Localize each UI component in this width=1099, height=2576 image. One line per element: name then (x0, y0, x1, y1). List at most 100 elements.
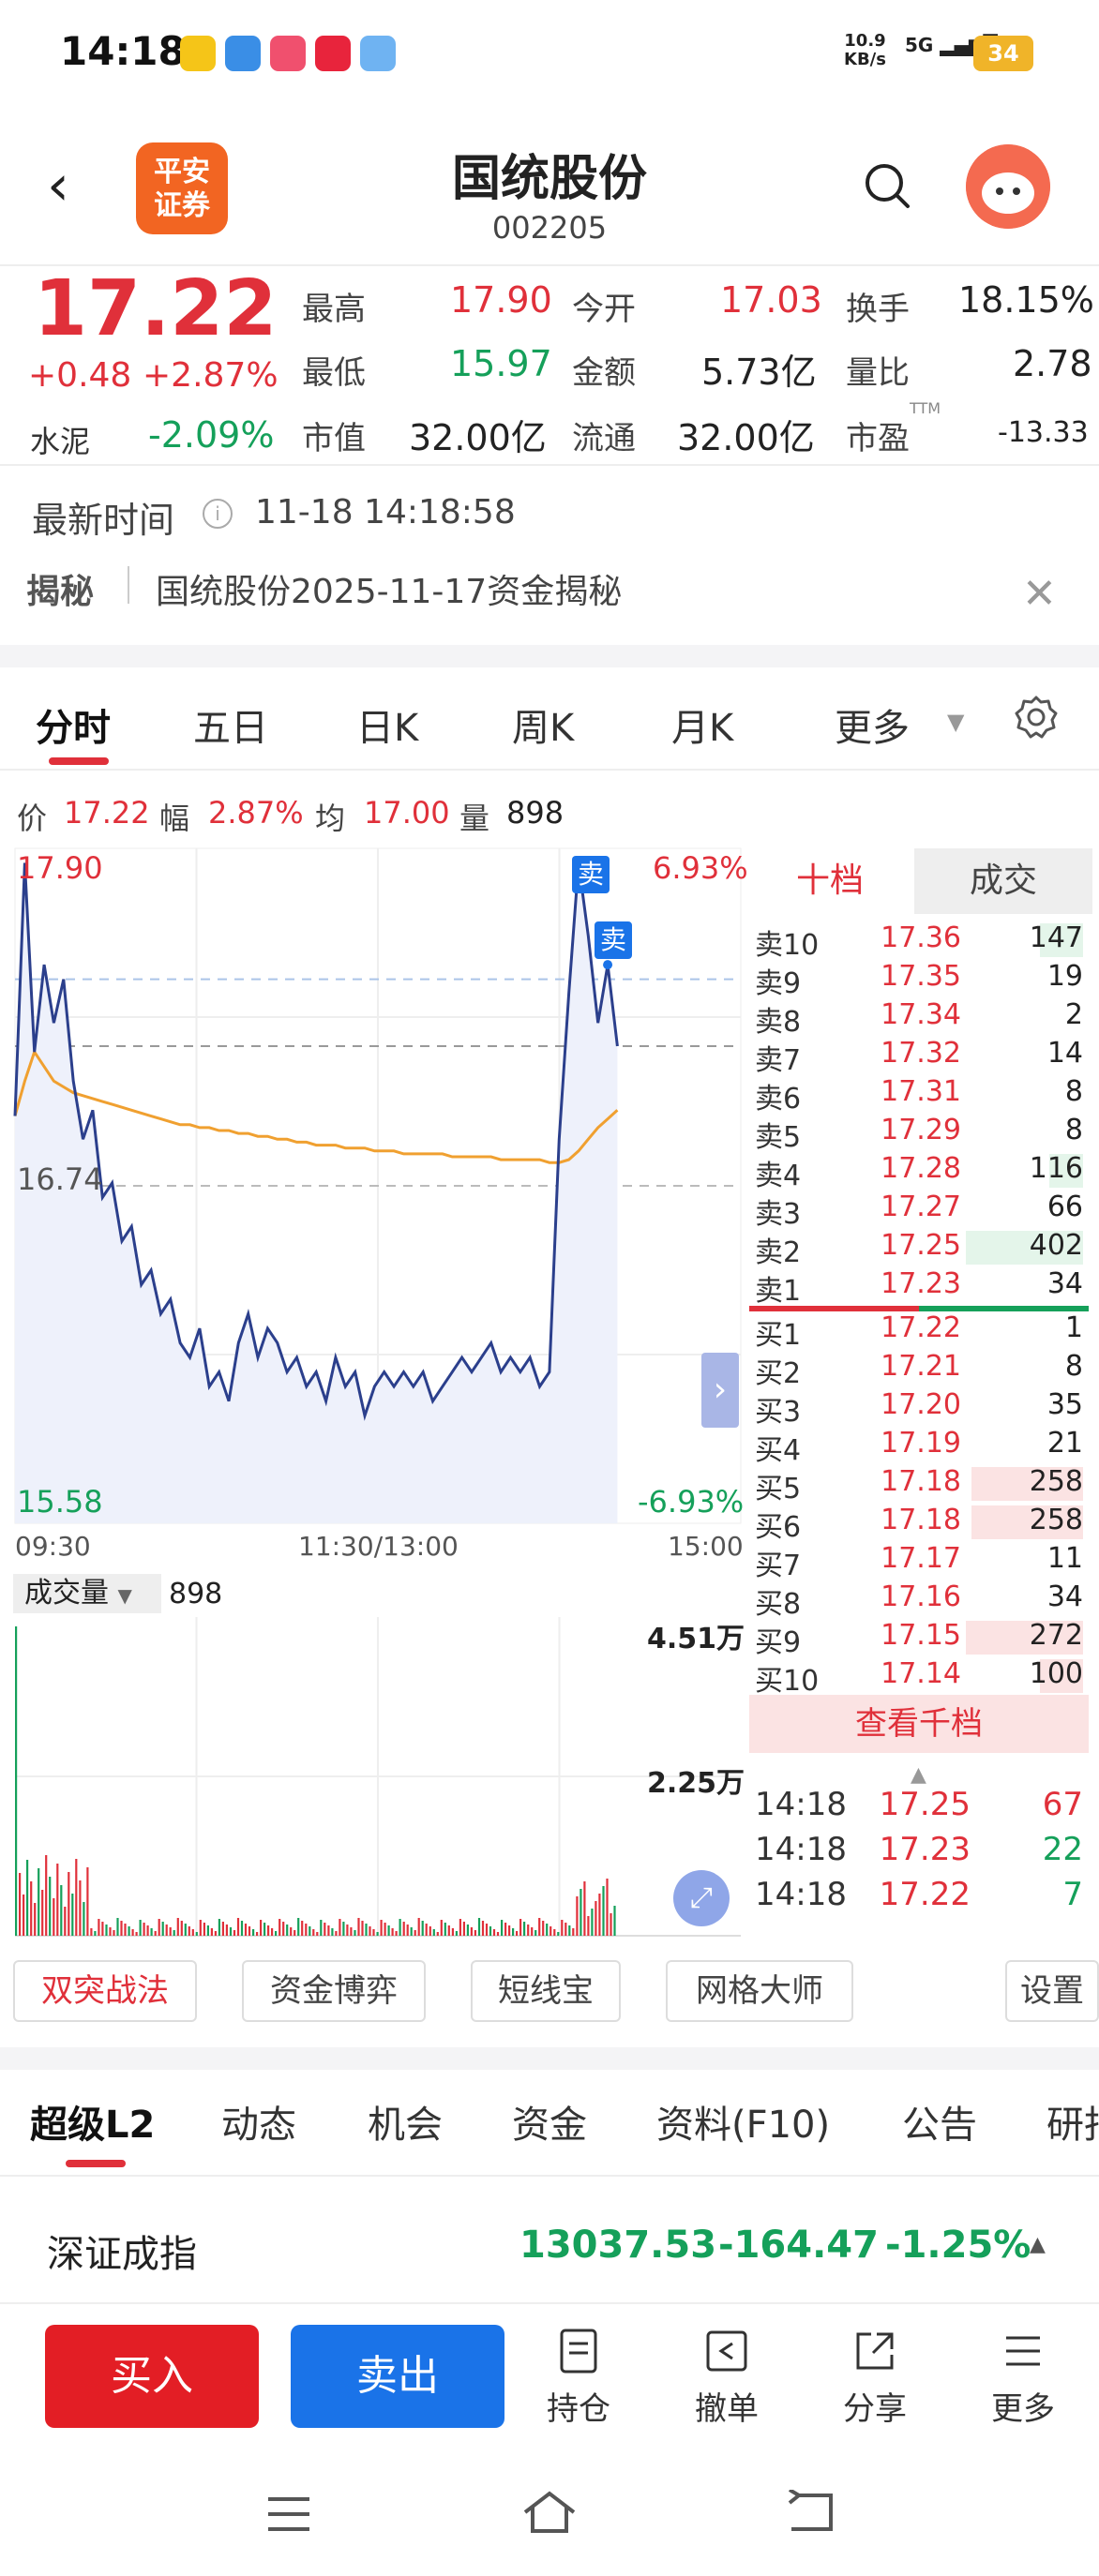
expand-up-icon[interactable]: ▲ (1030, 2233, 1046, 2256)
volume-indicator-select[interactable]: 成交量 ▼ (13, 1574, 161, 1613)
ask-level-row[interactable]: 卖9 17.35 19 (755, 960, 1092, 1000)
chevron-down-icon[interactable]: ▼ (947, 709, 964, 735)
ask-level-row[interactable]: 卖1 17.23 34 (755, 1267, 1092, 1308)
tab-5day[interactable]: 五日 (193, 697, 268, 752)
volume-bar (263, 1923, 266, 1936)
reveal-text[interactable]: 国统股份2025-11-17资金揭秘 (156, 564, 622, 613)
share-button[interactable]: 分享 (823, 2327, 926, 2429)
volume-bar (335, 1931, 338, 1936)
tab-opportunity[interactable]: 机会 (368, 2094, 443, 2149)
stock-code: 002205 (491, 210, 608, 246)
sell-signal-tag[interactable]: 卖 (595, 921, 632, 959)
ask-level-row[interactable]: 卖3 17.27 66 (755, 1191, 1092, 1231)
ask-level-row[interactable]: 卖8 17.34 2 (755, 998, 1092, 1039)
fullscreen-icon[interactable]: ⤢ (673, 1870, 730, 1926)
more-button[interactable]: 更多 (971, 2327, 1075, 2429)
tool-settings[interactable]: 设置 (1005, 1960, 1099, 2022)
period-tabs: 分时 五日 日K 周K 月K 更多 ▼ (0, 667, 1099, 771)
ask-level-label: 卖7 (755, 1044, 802, 1077)
ask-level-row[interactable]: 卖2 17.25 402 (755, 1229, 1092, 1269)
volume-bar (135, 1932, 138, 1936)
collapse-arrow-icon[interactable]: ▲ (911, 1763, 926, 1787)
holdings-button[interactable]: 持仓 (527, 2327, 630, 2429)
trade-volume: 7 (1062, 1876, 1083, 1913)
volume-bar (354, 1930, 356, 1936)
tab-more[interactable]: 更多 (835, 697, 910, 752)
tab-f10[interactable]: 资料(F10) (656, 2094, 830, 2149)
volume-bar (309, 1926, 311, 1936)
volume-bar (421, 1921, 424, 1936)
info-amp-label: 幅 (159, 801, 190, 836)
sell-signal-tag[interactable]: 卖 (572, 856, 610, 893)
close-icon[interactable]: ✕ (1022, 574, 1057, 615)
tab-daily-k[interactable]: 日K (356, 697, 418, 752)
tab-trades[interactable]: 成交 (914, 848, 1092, 914)
sector-pct[interactable]: -2.09% (148, 414, 274, 456)
intraday-chart[interactable]: 17.90 6.93% 16.74 15.58 -6.93% 09:30 11:… (0, 839, 748, 1945)
ask-level-volume: 8 (1064, 1114, 1083, 1146)
stock-header: ‹ 平安 证券 国统股份 002205 (0, 122, 1099, 262)
volume-bar (455, 1931, 458, 1936)
tab-super-l2[interactable]: 超级L2 (30, 2094, 155, 2149)
volume-bar (546, 1924, 549, 1936)
cancel-order-button[interactable]: 撤单 (675, 2327, 778, 2429)
bid-level-row[interactable]: 买10 17.14 100 (755, 1657, 1092, 1698)
tool-double-breakout[interactable]: 双突战法 (13, 1960, 197, 2022)
bid-level-price: 17.22 (881, 1311, 961, 1344)
volume-bar (387, 1925, 390, 1936)
view-thousand-levels-button[interactable]: 查看千档 (749, 1695, 1089, 1753)
bid-level-row[interactable]: 买6 17.18 258 (755, 1504, 1092, 1544)
volume-bar (60, 1885, 63, 1936)
share-icon (856, 2332, 894, 2370)
float-value: 32.00亿 (677, 417, 815, 458)
sector-label[interactable]: 水泥 (30, 418, 90, 461)
volume-bar (602, 1886, 605, 1936)
tab-intraday[interactable]: 分时 (36, 697, 111, 752)
tab-announcements[interactable]: 公告 (902, 2094, 977, 2149)
volume-bar (64, 1907, 67, 1936)
bid-level-volume: 21 (1046, 1427, 1083, 1460)
index-ticker[interactable]: 深证成指 13037.53 -164.47 -1.25% ▲ (0, 2190, 1099, 2302)
bid-level-row[interactable]: 买9 17.15 272 (755, 1619, 1092, 1659)
tool-short-term[interactable]: 短线宝 (471, 1960, 621, 2022)
recent-apps-icon[interactable] (264, 2494, 313, 2535)
ask-level-row[interactable]: 卖5 17.29 8 (755, 1114, 1092, 1154)
info-avg-label: 均 (315, 801, 346, 836)
bid-level-row[interactable]: 买5 17.18 258 (755, 1465, 1092, 1505)
tool-fund-game[interactable]: 资金博弈 (242, 1960, 426, 2022)
ask-level-label: 卖2 (755, 1236, 802, 1269)
fund-reveal-banner[interactable]: 揭秘 国统股份2025-11-17资金揭秘 ✕ (0, 553, 1099, 628)
tab-monthly-k[interactable]: 月K (671, 697, 733, 752)
back-nav-icon[interactable] (784, 2490, 836, 2535)
bid-level-row[interactable]: 买4 17.19 21 (755, 1427, 1092, 1467)
ask-level-row[interactable]: 卖4 17.28 116 (755, 1152, 1092, 1192)
ask-level-row[interactable]: 卖7 17.32 14 (755, 1037, 1092, 1077)
bid-level-row[interactable]: 买8 17.16 34 (755, 1580, 1092, 1621)
home-icon[interactable] (521, 2490, 578, 2535)
sell-signal-dot (603, 960, 613, 970)
ask-level-row[interactable]: 卖6 17.31 8 (755, 1075, 1092, 1116)
buy-button[interactable]: 买入 (45, 2325, 259, 2428)
tab-ten-levels[interactable]: 十档 (745, 848, 914, 914)
bid-level-row[interactable]: 买3 17.20 35 (755, 1388, 1092, 1429)
sell-button[interactable]: 卖出 (291, 2325, 504, 2428)
bid-level-row[interactable]: 买2 17.21 8 (755, 1350, 1092, 1390)
bid-level-row[interactable]: 买7 17.17 11 (755, 1542, 1092, 1582)
intraday-chart-svg[interactable] (0, 839, 745, 1945)
assistant-avatar-icon[interactable] (966, 144, 1050, 229)
volume-bar (279, 1919, 281, 1936)
info-icon[interactable]: i (203, 499, 233, 529)
gear-icon[interactable] (1013, 694, 1060, 741)
tool-grid-master[interactable]: 网格大师 (666, 1960, 853, 2022)
expand-panel-button[interactable]: › (701, 1353, 739, 1428)
index-name: 深证成指 (47, 2233, 197, 2276)
tab-news[interactable]: 动态 (221, 2094, 296, 2149)
tab-research[interactable]: 研报 (1046, 2094, 1099, 2149)
tab-funds[interactable]: 资金 (512, 2094, 587, 2149)
volume-bar (489, 1926, 492, 1936)
bid-level-row[interactable]: 买1 17.22 1 (755, 1311, 1092, 1352)
search-icon[interactable] (863, 161, 911, 210)
tab-weekly-k[interactable]: 周K (512, 697, 574, 752)
ask-level-row[interactable]: 卖10 17.36 147 (755, 921, 1092, 962)
volume-bar (68, 1872, 70, 1936)
